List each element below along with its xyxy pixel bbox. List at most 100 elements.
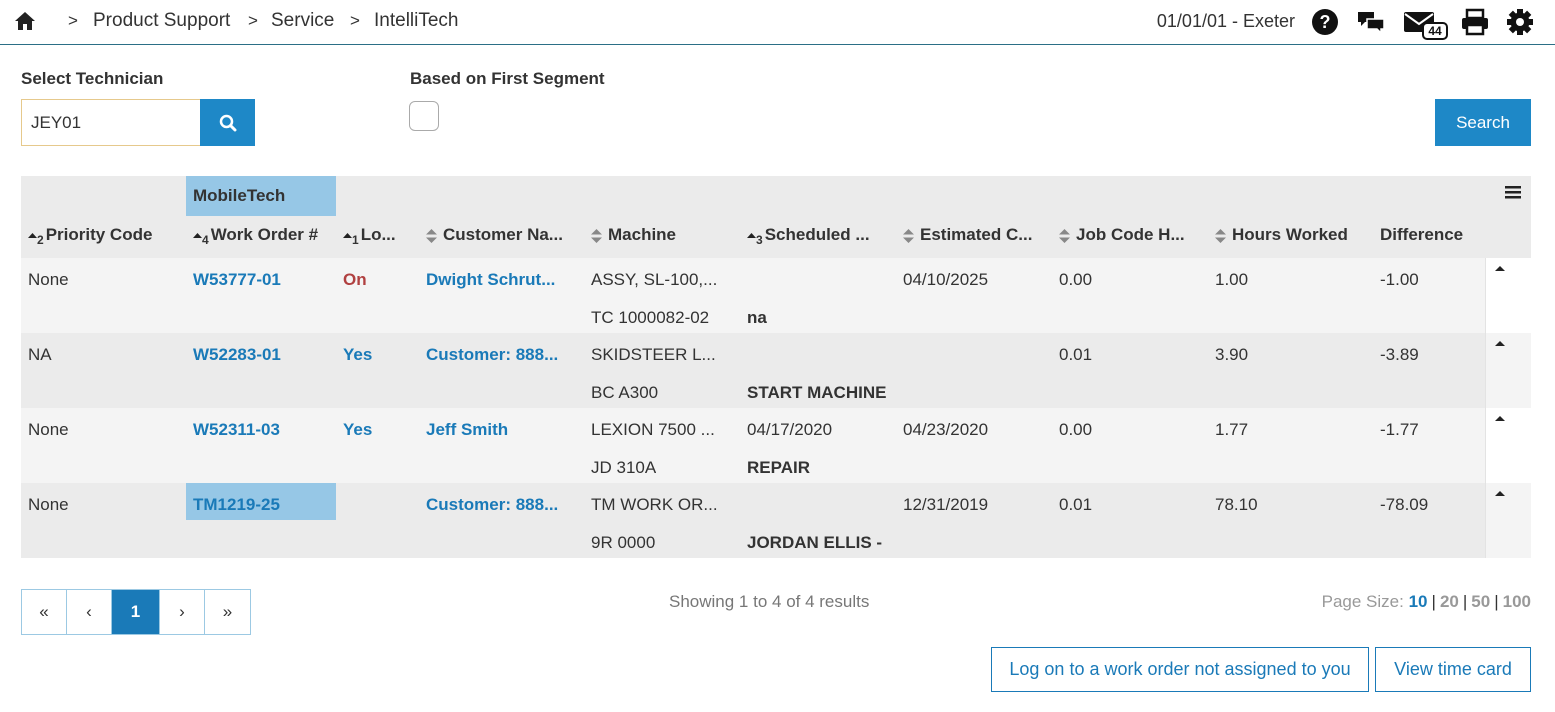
results-summary: Showing 1 to 4 of 4 results [669, 592, 870, 611]
machine-code-cell: JD 310A [591, 458, 657, 477]
sort-asc-icon [343, 232, 352, 238]
chat-icon[interactable] [1357, 8, 1385, 36]
work-order-link[interactable]: W52283-01 [193, 345, 281, 365]
column-header-logged-on[interactable]: 1 Lo... [343, 225, 423, 247]
column-label: Machine [608, 225, 677, 244]
hours-worked-cell: 1.77 [1215, 420, 1249, 439]
job-code-hours-cell: 0.00 [1059, 270, 1093, 289]
machine-cell: SKIDSTEER L... [591, 345, 716, 364]
column-label: Customer Na... [443, 225, 563, 244]
home-icon[interactable] [14, 11, 36, 31]
job-code-hours-cell: 0.00 [1059, 420, 1093, 439]
gear-icon[interactable] [1506, 8, 1534, 36]
priority-cell: None [28, 420, 69, 439]
job-description-cell: REPAIR [747, 458, 810, 477]
view-time-card-button[interactable]: View time card [1375, 647, 1531, 692]
table-row[interactable]: NA W52283-01 Yes Customer: 888... SKIDST… [21, 333, 1531, 408]
menu-icon[interactable] [1505, 185, 1521, 199]
sort-icon [426, 228, 437, 243]
job-code-hours-cell: 0.01 [1059, 495, 1093, 514]
machine-cell: TM WORK OR... [591, 495, 718, 514]
sort-icon [1215, 228, 1226, 243]
column-label: Work Order # [210, 225, 319, 244]
customer-link[interactable]: Jeff Smith [426, 420, 581, 440]
job-description-cell: JORDAN ELLIS - [747, 533, 883, 552]
work-order-link[interactable]: W52311-03 [193, 420, 280, 440]
column-header-difference: Difference [1380, 225, 1485, 245]
breadcrumb-separator: > [350, 11, 360, 30]
first-page-button[interactable]: « [22, 590, 67, 634]
column-header-work-order[interactable]: 4 Work Order # [193, 225, 343, 247]
column-header-hours-worked[interactable]: Hours Worked [1215, 225, 1370, 245]
column-header-scheduled[interactable]: 3 Scheduled ... [747, 225, 892, 247]
page-size-option[interactable]: 50 [1471, 592, 1490, 611]
column-header-job-code-hours[interactable]: Job Code H... [1059, 225, 1209, 245]
sort-order-number: 4 [202, 233, 209, 247]
difference-cell: -1.77 [1380, 420, 1419, 439]
breadcrumb-service[interactable]: Service [271, 10, 334, 32]
work-order-link[interactable]: TM1219-25 [193, 495, 280, 515]
caret-up-icon [1495, 416, 1505, 421]
search-button[interactable]: Search [1435, 99, 1531, 146]
print-icon[interactable] [1460, 8, 1490, 36]
first-segment-checkbox[interactable] [409, 101, 439, 131]
sort-asc-icon [747, 232, 756, 238]
machine-code-cell: BC A300 [591, 383, 659, 402]
page-size-selector: Page Size: 10 | 20 | 50 | 100 [1322, 592, 1531, 612]
column-header-priority-code[interactable]: 2 Priority Code [28, 225, 178, 247]
technician-input[interactable] [21, 99, 201, 146]
row-expand-button[interactable] [1485, 333, 1531, 408]
work-order-link[interactable]: W53777-01 [193, 270, 281, 290]
job-code-hours-cell: 0.01 [1059, 345, 1093, 364]
table-row[interactable]: None W52311-03 Yes Jeff Smith LEXION 750… [21, 408, 1531, 483]
estimated-cell: 04/10/2025 [903, 270, 989, 289]
help-icon[interactable]: ? [1311, 8, 1339, 36]
difference-cell: -78.09 [1380, 495, 1429, 514]
table-row[interactable]: None TM1219-25 Customer: 888... TM WORK … [21, 483, 1531, 558]
last-page-button[interactable]: » [205, 590, 250, 634]
page-size-option[interactable]: 20 [1440, 592, 1459, 611]
previous-page-button[interactable]: ‹ [67, 590, 112, 634]
customer-link[interactable]: Customer: 888... [426, 495, 581, 515]
sort-order-number: 1 [352, 233, 359, 247]
row-expand-button[interactable] [1485, 258, 1531, 333]
table-row[interactable]: None W53777-01 On Dwight Schrut... ASSY,… [21, 258, 1531, 333]
sort-order-number: 2 [37, 233, 44, 247]
caret-up-icon [1495, 266, 1505, 271]
column-label: Difference [1380, 225, 1464, 244]
column-header-estimated[interactable]: Estimated C... [903, 225, 1053, 245]
row-expand-button[interactable] [1485, 408, 1531, 483]
page-size-option[interactable]: 100 [1503, 592, 1531, 611]
page-size-divider: | [1462, 592, 1468, 611]
hours-worked-cell: 3.90 [1215, 345, 1249, 364]
caret-up-icon [1495, 491, 1505, 496]
next-page-button[interactable]: › [160, 590, 205, 634]
work-order-table: MobileTech 2 Priority Code 4 Work Order # … [21, 176, 1531, 558]
column-header-customer-name[interactable]: Customer Na... [426, 225, 586, 245]
page-size-divider: | [1494, 592, 1499, 611]
machine-code-cell: 9R 0000 [591, 533, 656, 552]
column-header-machine[interactable]: Machine [591, 225, 741, 245]
machine-cell: ASSY, SL-100,... [591, 270, 718, 289]
technician-search-button[interactable] [200, 99, 255, 146]
breadcrumb-separator: > [68, 11, 78, 30]
page-1-button[interactable]: 1 [112, 590, 160, 634]
technician-label: Select Technician [21, 69, 164, 88]
sort-asc-icon [28, 232, 37, 238]
location-label[interactable]: 01/01/01 - Exeter [1157, 11, 1295, 32]
customer-link[interactable]: Customer: 888... [426, 345, 581, 365]
log-on-unassigned-button[interactable]: Log on to a work order not assigned to y… [991, 647, 1369, 692]
breadcrumb-product-support[interactable]: Product Support [93, 10, 230, 32]
machine-code-cell: TC 1000082-02 [591, 308, 710, 327]
sort-icon [903, 228, 914, 243]
difference-cell: -1.00 [1380, 270, 1419, 289]
page-size-option[interactable]: 10 [1409, 592, 1428, 611]
sort-icon [591, 228, 602, 243]
mail-count-badge: 44 [1422, 22, 1448, 40]
priority-cell: None [28, 270, 69, 289]
priority-cell: None [28, 495, 69, 514]
logged-on-status: Yes [343, 345, 373, 364]
customer-link[interactable]: Dwight Schrut... [426, 270, 581, 290]
row-expand-button[interactable] [1485, 483, 1531, 558]
caret-up-icon [1495, 341, 1505, 346]
